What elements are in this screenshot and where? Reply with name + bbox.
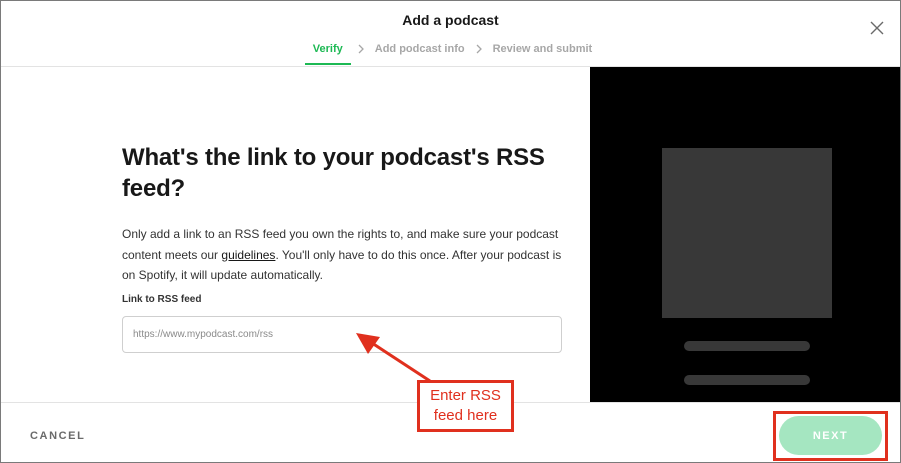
dialog-header: Add a podcast Verify Add podcast info Re… bbox=[1, 1, 900, 67]
annotation-callout: Enter RSS feed here bbox=[417, 380, 514, 432]
title-placeholder-bar bbox=[684, 341, 810, 351]
podcast-preview bbox=[590, 67, 900, 403]
close-button[interactable] bbox=[870, 21, 886, 37]
step-verify[interactable]: Verify bbox=[304, 42, 351, 65]
dialog-title: Add a podcast bbox=[402, 12, 499, 28]
page-heading: What's the link to your podcast's RSS fe… bbox=[122, 144, 545, 202]
cancel-button[interactable]: CANCEL bbox=[30, 430, 85, 442]
close-icon bbox=[870, 21, 884, 35]
cover-art-placeholder bbox=[662, 148, 832, 318]
step-add-podcast-info[interactable]: Add podcast info bbox=[371, 42, 469, 65]
subtitle-placeholder-bar bbox=[684, 375, 810, 385]
step-review-and-submit[interactable]: Review and submit bbox=[489, 42, 597, 65]
stepper: Verify Add podcast info Review and submi… bbox=[1, 42, 900, 66]
rss-field-label: Link to RSS feed bbox=[122, 294, 202, 305]
callout-line-2: feed here bbox=[433, 407, 498, 424]
guidelines-link[interactable]: guidelines bbox=[221, 248, 275, 262]
callout-line-1: Enter RSS bbox=[430, 387, 501, 404]
chevron-right-icon bbox=[353, 42, 369, 56]
rss-feed-input[interactable] bbox=[122, 316, 562, 353]
description: Only add a link to an RSS feed you own t… bbox=[122, 224, 572, 286]
chevron-right-icon bbox=[471, 42, 487, 56]
next-button[interactable]: NEXT bbox=[779, 416, 882, 455]
